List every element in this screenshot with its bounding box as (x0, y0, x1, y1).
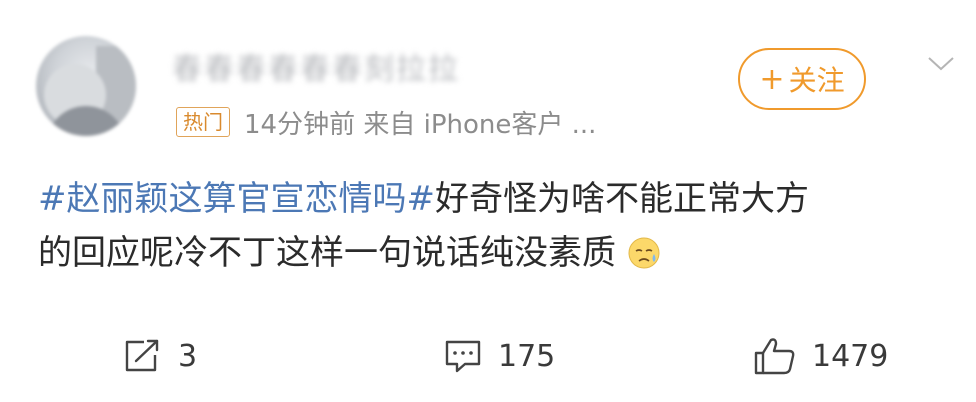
comment-count: 175 (498, 338, 556, 374)
follow-label: 关注 (788, 64, 845, 97)
post-meta: 热门 14分钟前 来自 iPhone客户 ... (176, 104, 596, 140)
share-button[interactable]: 3 (122, 336, 197, 376)
thumbs-up-icon (754, 338, 795, 375)
like-button[interactable]: 1479 (752, 336, 888, 376)
comment-button[interactable]: 175 (442, 336, 555, 376)
share-count: 3 (178, 338, 198, 374)
action-bar: 3 175 1479 (0, 326, 976, 386)
topic-link[interactable]: #赵丽颖这算官宣恋情吗# (38, 179, 435, 219)
share-icon (125, 339, 159, 372)
username[interactable]: 春春春春春春刻拉拉 (172, 50, 460, 90)
chevron-down-icon[interactable] (926, 54, 956, 74)
post-text-line2: 的回应呢冷不丁这样一句说话纯没素质 (38, 233, 616, 273)
post-time-source: 14分钟前 来自 iPhone客户 ... (244, 109, 597, 140)
post-text-line1: 好奇怪为啥不能正常大方 (434, 179, 809, 219)
avatar[interactable] (36, 36, 136, 136)
like-count: 1479 (812, 338, 889, 374)
post-content: #赵丽颖这算官宣恋情吗#好奇怪为啥不能正常大方 的回应呢冷不丁这样一句说话纯没素… (38, 172, 968, 280)
sweat-cry-emoji-icon (628, 237, 660, 269)
follow-button[interactable]: + 关注 (738, 48, 866, 110)
weibo-post-card: 春春春春春春刻拉拉 热门 14分钟前 来自 iPhone客户 ... + 关注 … (0, 0, 976, 402)
hot-badge: 热门 (176, 107, 230, 137)
comment-icon (445, 340, 481, 373)
plus-icon: + (759, 61, 785, 97)
